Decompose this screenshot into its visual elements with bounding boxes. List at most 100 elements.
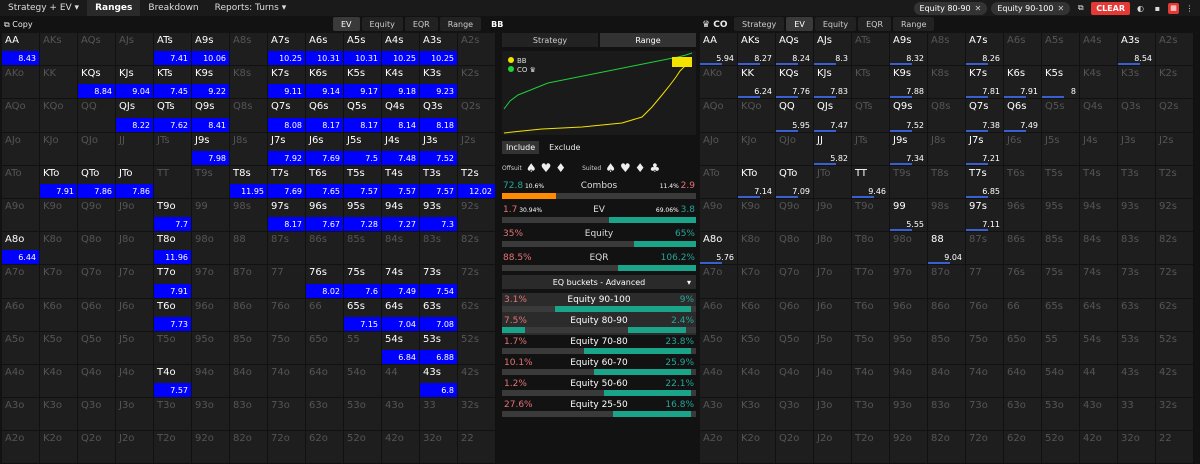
hand-cell-T7s[interactable]: T7s 6.85 [966,165,1004,199]
hand-cell-QJs[interactable]: QJs 8.22 [116,99,154,133]
hand-cell-AJo[interactable]: AJo [2,132,40,166]
hand-cell-Q2s[interactable]: Q2s [1156,99,1194,133]
hand-cell-J7s[interactable]: J7s 7.92 [268,132,306,166]
hand-cell-T6o[interactable]: T6o [852,298,890,332]
hand-cell-76s[interactable]: 76s 8.02 [306,265,344,299]
hand-cell-T9o[interactable]: T9o 7.7 [154,198,192,233]
hand-cell-T5s[interactable]: T5s [1042,165,1080,199]
hand-cell-A7o[interactable]: A7o [2,265,40,299]
hand-cell-72s[interactable]: 72s [458,265,496,299]
hand-cell-Q3o[interactable]: Q3o [776,398,814,432]
hand-cell-73s[interactable]: 73s [1118,265,1156,299]
close-icon[interactable]: ✕ [1058,4,1065,13]
mode-select[interactable]: Strategy + EV ▾ [0,0,87,16]
hand-cell-J6o[interactable]: J6o [116,298,154,332]
heart-icon[interactable]: ♥ [541,161,552,175]
hand-cell-44[interactable]: 44 [382,364,420,399]
hand-cell-TT[interactable]: TT 9.46 [852,165,890,199]
hand-cell-86s[interactable]: 86s [1004,232,1042,266]
hand-cell-Q9o[interactable]: Q9o [78,198,116,233]
hand-cell-T2o[interactable]: T2o [154,431,192,464]
hand-cell-98o[interactable]: 98o [192,232,230,266]
hand-cell-64s[interactable]: 64s 7.04 [382,298,420,332]
hand-cell-JTo[interactable]: JTo 7.86 [116,165,154,199]
hand-cell-K7s[interactable]: K7s 9.11 [268,66,306,100]
hand-cell-AKs[interactable]: AKs [40,33,78,67]
hand-cell-A4o[interactable]: A4o [700,364,738,399]
clear-button[interactable]: CLEAR [1091,1,1130,15]
hand-cell-J8o[interactable]: J8o [116,232,154,266]
hand-cell-A5o[interactable]: A5o [2,331,40,365]
hand-cell-85o[interactable]: 85o [928,331,966,365]
hand-cell-96o[interactable]: 96o [890,298,928,332]
equity-bucket-row[interactable]: 3.1% Equity 90-100 9% [502,293,696,314]
hand-cell-32o[interactable]: 32o [1118,431,1156,464]
hand-cell-AQo[interactable]: AQo [700,99,738,133]
hand-cell-Q9o[interactable]: Q9o [776,198,814,233]
hand-cell-43s[interactable]: 43s [1118,364,1156,399]
hand-cell-95s[interactable]: 95s 7.28 [344,198,382,233]
hand-cell-ATs[interactable]: ATs [852,33,890,67]
hand-cell-84s[interactable]: 84s [1080,232,1118,266]
club-icon[interactable]: ♣ [650,161,661,175]
hand-cell-J5s[interactable]: J5s [1042,132,1080,166]
hand-cell-J4o[interactable]: J4o [116,364,154,399]
hand-cell-84s[interactable]: 84s [382,232,420,266]
hand-cell-Q5o[interactable]: Q5o [78,331,116,365]
hand-cell-98s[interactable]: 98s [928,198,966,233]
hand-cell-A2s[interactable]: A2s [458,33,496,67]
hand-cell-96s[interactable]: 96s 7.67 [306,198,344,233]
hand-cell-Q4s[interactable]: Q4s [1080,99,1118,133]
hand-cell-82s[interactable]: 82s [1156,232,1194,266]
hand-cell-K3o[interactable]: K3o [738,398,776,432]
tab-ranges[interactable]: Ranges [87,0,141,16]
hand-cell-A9o[interactable]: A9o [2,198,40,233]
diamond-icon[interactable]: ♦ [635,161,646,175]
hand-cell-A2s[interactable]: A2s [1156,33,1194,67]
hand-cell-63o[interactable]: 63o [1004,398,1042,432]
hand-cell-A9o[interactable]: A9o [700,198,738,233]
hand-cell-JTs[interactable]: JTs [154,132,192,166]
hand-cell-AJo[interactable]: AJo [700,132,738,166]
hand-cell-T8o[interactable]: T8o [852,232,890,266]
hand-cell-T9o[interactable]: T9o [852,198,890,233]
hand-cell-K4s[interactable]: K4s 9.18 [382,66,420,100]
hand-cell-J8o[interactable]: J8o [814,232,852,266]
hand-cell-83o[interactable]: 83o [928,398,966,432]
hand-cell-53s[interactable]: 53s 6.88 [420,331,458,365]
hand-cell-T7o[interactable]: T7o [852,265,890,299]
hand-cell-65o[interactable]: 65o [306,331,344,365]
hand-cell-87s[interactable]: 87s [966,232,1004,266]
hand-cell-A3s[interactable]: A3s 10.25 [420,33,458,67]
hand-cell-KJs[interactable]: KJs 9.04 [116,66,154,100]
hand-cell-93o[interactable]: 93o [192,398,230,432]
hand-cell-K9o[interactable]: K9o [40,198,78,233]
hand-cell-65s[interactable]: 65s [1042,298,1080,332]
hand-cell-64s[interactable]: 64s [1080,298,1118,332]
equity-bucket-row[interactable]: 1.7% Equity 70-80 23.8% [502,335,696,356]
hand-cell-KQs[interactable]: KQs 8.84 [78,66,116,100]
hand-cell-K8o[interactable]: K8o [738,232,776,266]
hand-cell-87o[interactable]: 87o [230,265,268,299]
hand-cell-A6o[interactable]: A6o [2,298,40,332]
hand-cell-Q6o[interactable]: Q6o [776,298,814,332]
hand-cell-86o[interactable]: 86o [230,298,268,332]
hand-cell-32s[interactable]: 32s [1156,398,1194,432]
hand-cell-K2s[interactable]: K2s [458,66,496,100]
hand-cell-T4s[interactable]: T4s 7.57 [382,165,420,199]
hand-cell-Q5o[interactable]: Q5o [776,331,814,365]
hand-cell-K6s[interactable]: K6s 7.91 [1004,66,1042,100]
hand-cell-A3o[interactable]: A3o [700,398,738,432]
equity-bucket-row[interactable]: 7.5% Equity 80-90 2.4% [502,314,696,335]
hand-cell-33[interactable]: 33 [420,398,458,432]
hand-cell-T7o[interactable]: T7o 7.91 [154,265,192,299]
hand-cell-QQ[interactable]: QQ 5.95 [776,99,814,133]
hand-cell-92s[interactable]: 92s [458,198,496,233]
hand-cell-44[interactable]: 44 [1080,364,1118,399]
hand-cell-K3s[interactable]: K3s 9.23 [420,66,458,100]
hand-cell-82o[interactable]: 82o [230,431,268,464]
hand-cell-T6s[interactable]: T6s 7.65 [306,165,344,199]
hand-cell-74o[interactable]: 74o [966,364,1004,399]
hand-cell-J2s[interactable]: J2s [458,132,496,166]
hand-cell-K8o[interactable]: K8o [40,232,78,266]
